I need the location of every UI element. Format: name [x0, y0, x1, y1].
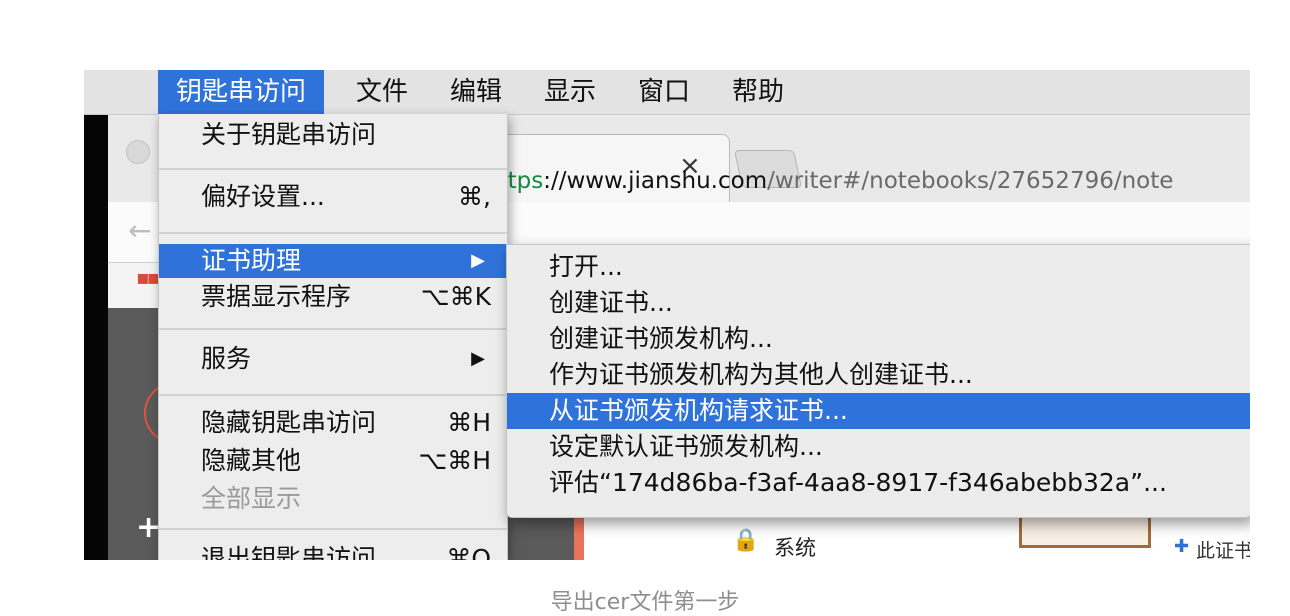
screenshot-region: × ← https://www.jianshu.com/writer#/note…: [84, 70, 1250, 560]
submenu-item-label: 创建证书颁发机构...: [549, 324, 773, 353]
submenu-item[interactable]: 评估“174d86ba-f3af-4aa8-8917-f346abebb32a”…: [507, 465, 1250, 501]
submenu-arrow-icon: ▶: [471, 250, 485, 271]
lock-icon: 🔒: [732, 528, 760, 553]
shortcut-label: ⌥⌘H: [418, 446, 491, 475]
menu-item-show-all: 全部显示: [159, 482, 507, 516]
menu-item-label: 关于钥匙串访问: [201, 120, 377, 149]
menu-help[interactable]: 帮助: [732, 70, 784, 114]
shortcut-label: ⌘H: [447, 408, 491, 437]
menu-item-label: 全部显示: [201, 484, 302, 513]
submenu-item-label: 从证书颁发机构请求证书...: [549, 396, 848, 425]
menu-separator: [159, 168, 507, 170]
submenu-item-label: 打开...: [549, 252, 623, 281]
submenu-item-label: 作为证书颁发机构为其他人创建证书...: [549, 360, 973, 389]
url-domain: ://www.jianshu.com: [543, 168, 768, 194]
back-arrow-icon[interactable]: ←: [128, 214, 151, 247]
submenu-item-label: 创建证书...: [549, 288, 673, 317]
menu-view[interactable]: 显示: [544, 70, 596, 114]
submenu-item[interactable]: 打开...: [507, 249, 1250, 285]
menu-item-hide-others[interactable]: 隐藏其他 ⌥⌘H: [159, 444, 507, 478]
menu-bar: 钥匙串访问 文件 编辑 显示 窗口 帮助: [84, 70, 1250, 115]
menu-separator: [159, 528, 507, 530]
menu-item-label: 服务: [201, 344, 252, 373]
menu-keychain-access[interactable]: 钥匙串访问: [158, 70, 325, 114]
info-plus-icon: ✚: [1174, 536, 1190, 557]
menu-edit[interactable]: 编辑: [450, 70, 502, 114]
menu-item-preferences[interactable]: 偏好设置... ⌘,: [159, 180, 507, 214]
submenu-item-label: 评估“174d86ba-f3af-4aa8-8917-f346abebb32a”…: [549, 468, 1167, 497]
menu-file[interactable]: 文件: [356, 70, 408, 114]
menu-window[interactable]: 窗口: [638, 70, 690, 114]
shortcut-label: ⌘Q: [446, 544, 491, 560]
keychain-menu: 关于钥匙串访问 偏好设置... ⌘, 证书助理 ▶ 票据显示程序 ⌥⌘K 服务 …: [158, 114, 508, 560]
menu-item-about[interactable]: 关于钥匙串访问: [159, 118, 507, 152]
menu-separator: [159, 232, 507, 234]
menu-item-label: 票据显示程序: [201, 282, 352, 311]
submenu-item[interactable]: 设定默认证书颁发机构...: [507, 429, 1250, 465]
menu-item-quit[interactable]: 退出钥匙串访问 ⌘Q: [159, 542, 507, 560]
menu-item-label: 证书助理: [201, 246, 302, 275]
submenu-item[interactable]: 从证书颁发机构请求证书...: [507, 393, 1250, 429]
window-button[interactable]: [126, 140, 150, 164]
menu-item-label: 隐藏其他: [201, 446, 302, 475]
certificate-assistant-submenu: 打开... 创建证书... 创建证书颁发机构... 作为证书颁发机构为其他人创建证书.…: [506, 244, 1250, 518]
cert-note: 此证书: [1196, 540, 1250, 560]
menu-item-label: 隐藏钥匙串访问: [201, 408, 377, 437]
keychain-system-label[interactable]: 系统: [774, 532, 816, 560]
submenu-arrow-icon: ▶: [471, 348, 485, 369]
submenu-item[interactable]: 作为证书颁发机构为其他人创建证书...: [507, 357, 1250, 393]
menu-item-ticket-viewer[interactable]: 票据显示程序 ⌥⌘K: [159, 280, 507, 314]
menu-separator: [159, 394, 507, 396]
menu-item-certificate-assistant[interactable]: 证书助理 ▶: [159, 244, 507, 278]
menu-item-hide[interactable]: 隐藏钥匙串访问 ⌘H: [159, 406, 507, 440]
url-text[interactable]: https://www.jianshu.com/writer#/notebook…: [484, 168, 1173, 194]
shortcut-label: ⌘,: [458, 182, 491, 211]
desktop-edge: [84, 114, 108, 560]
menu-separator: [159, 328, 507, 330]
shortcut-label: ⌥⌘K: [420, 282, 491, 311]
menu-item-label: 偏好设置...: [201, 182, 325, 211]
submenu-item-label: 设定默认证书颁发机构...: [549, 432, 823, 461]
image-caption: 导出cer文件第一步: [550, 590, 740, 615]
submenu-item[interactable]: 创建证书...: [507, 285, 1250, 321]
submenu-item[interactable]: 创建证书颁发机构...: [507, 321, 1250, 357]
url-path: /writer#/notebooks/27652796/note: [767, 168, 1174, 194]
menu-item-services[interactable]: 服务 ▶: [159, 342, 507, 376]
menu-item-label: 退出钥匙串访问: [201, 544, 377, 560]
